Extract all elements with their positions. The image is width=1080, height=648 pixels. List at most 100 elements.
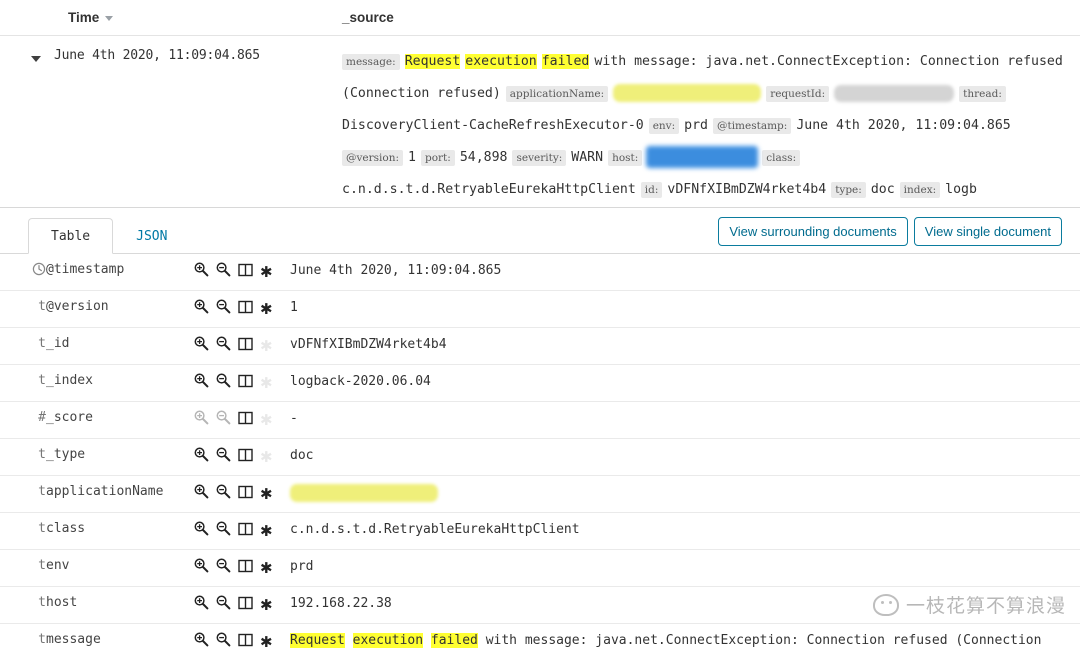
magnify-minus-icon[interactable] (216, 558, 231, 578)
redacted-value (290, 484, 438, 502)
magnify-plus-icon[interactable] (194, 299, 209, 319)
magnify-plus-icon[interactable] (194, 632, 209, 648)
tab-json[interactable]: JSON (113, 218, 190, 254)
table-column-icon[interactable] (238, 522, 253, 541)
magnify-minus-icon[interactable] (216, 632, 231, 648)
field-type-indicator: t (0, 365, 46, 402)
source-field-value: June 4th 2020, 11:09:04.865 (796, 118, 1010, 133)
field-name: _id (46, 328, 194, 365)
table-column-icon[interactable] (238, 263, 253, 282)
source-field-name: severity: (512, 150, 566, 166)
table-column-icon[interactable] (238, 411, 253, 430)
magnify-plus-icon[interactable] (194, 595, 209, 615)
table-row: t_index✱logback-2020.06.04 (0, 365, 1080, 402)
field-type-indicator: t (0, 513, 46, 550)
clock-icon (0, 254, 46, 291)
magnify-plus-icon[interactable] (194, 558, 209, 578)
table-row: tapplicationName✱ (0, 476, 1080, 513)
table-row: tclass✱c.n.d.s.t.d.RetryableEurekaHttpCl… (0, 513, 1080, 550)
asterisk-icon[interactable]: ✱ (260, 599, 273, 612)
field-actions: ✱ (194, 550, 290, 587)
table-row: t_type✱doc (0, 439, 1080, 476)
value-highlight-term: failed (431, 633, 478, 648)
tab-table[interactable]: Table (28, 218, 113, 254)
field-actions: ✱ (194, 254, 290, 291)
magnify-minus-icon[interactable] (216, 373, 231, 393)
source-field-value: WARN (571, 150, 603, 165)
field-type-indicator: t (0, 624, 46, 648)
document-time-cell: June 4th 2020, 11:09:04.865 (0, 46, 330, 201)
table-column-icon[interactable] (238, 485, 253, 504)
field-type-indicator: t (0, 291, 46, 328)
asterisk-icon[interactable]: ✱ (260, 377, 273, 390)
view-single-document-button[interactable]: View single document (914, 217, 1062, 246)
field-name: _type (46, 439, 194, 476)
table-column-icon[interactable] (238, 300, 253, 319)
magnify-minus-icon[interactable] (216, 262, 231, 282)
field-value: c.n.d.s.t.d.RetryableEurekaHttpClient (290, 513, 1080, 550)
field-actions: ✱ (194, 291, 290, 328)
magnify-plus-icon[interactable] (194, 447, 209, 467)
table-column-icon[interactable] (238, 374, 253, 393)
sort-caret-icon[interactable] (105, 16, 113, 21)
asterisk-icon[interactable]: ✱ (260, 414, 273, 427)
column-header-time[interactable]: Time (0, 10, 330, 25)
redacted-application-name (613, 84, 761, 102)
field-name: host (46, 587, 194, 624)
view-surrounding-documents-button[interactable]: View surrounding documents (718, 217, 907, 246)
source-field-value: prd (684, 118, 708, 133)
expand-caret-icon[interactable] (28, 51, 44, 67)
value-text: (Connection (955, 633, 1041, 648)
asterisk-icon[interactable]: ✱ (260, 562, 273, 575)
table-column-icon[interactable] (238, 559, 253, 578)
field-name: _index (46, 365, 194, 402)
table-column-icon[interactable] (238, 596, 253, 615)
doc-table-header: Time _source (0, 0, 1080, 35)
table-row: tenv✱prd (0, 550, 1080, 587)
asterisk-icon[interactable]: ✱ (260, 636, 273, 648)
asterisk-icon[interactable]: ✱ (260, 525, 273, 538)
value-text: message: (525, 633, 588, 648)
magnify-minus-icon[interactable] (216, 299, 231, 319)
asterisk-icon[interactable]: ✱ (260, 266, 273, 279)
magnify-minus-icon[interactable] (216, 336, 231, 356)
table-column-icon[interactable] (238, 448, 253, 467)
magnify-minus-icon[interactable] (216, 521, 231, 541)
field-value: vDFNfXIBmDZW4rket4b4 (290, 328, 1080, 365)
field-type-indicator: t (0, 476, 46, 513)
value-highlight-term: Request (290, 633, 345, 648)
asterisk-icon[interactable]: ✱ (260, 451, 273, 464)
field-value: doc (290, 439, 1080, 476)
magnify-plus-icon[interactable] (194, 484, 209, 504)
magnify-minus-icon[interactable] (216, 484, 231, 504)
magnify-minus-icon[interactable] (216, 410, 231, 430)
field-value (290, 476, 1080, 513)
source-field-value: doc (871, 182, 895, 197)
table-column-icon[interactable] (238, 633, 253, 648)
source-field-value: logb (945, 182, 977, 197)
source-highlight-term: failed (542, 54, 590, 69)
field-actions: ✱ (194, 587, 290, 624)
source-field-name: env: (649, 118, 679, 134)
magnify-plus-icon[interactable] (194, 521, 209, 541)
magnify-minus-icon[interactable] (216, 595, 231, 615)
table-column-icon[interactable] (238, 337, 253, 356)
value-text: Connection (807, 633, 885, 648)
asterisk-icon[interactable]: ✱ (260, 340, 273, 353)
source-field-name: host: (608, 150, 642, 166)
field-actions: ✱ (194, 476, 290, 513)
asterisk-icon[interactable]: ✱ (260, 303, 273, 316)
field-value-table: @timestamp✱June 4th 2020, 11:09:04.865t@… (0, 254, 1080, 648)
magnify-plus-icon[interactable] (194, 262, 209, 282)
magnify-plus-icon[interactable] (194, 336, 209, 356)
value-text: refused (893, 633, 948, 648)
magnify-plus-icon[interactable] (194, 373, 209, 393)
detail-tabs-bar: Table JSON View surrounding documents Vi… (0, 208, 1080, 254)
magnify-minus-icon[interactable] (216, 447, 231, 467)
table-row: t_id✱vDFNfXIBmDZW4rket4b4 (0, 328, 1080, 365)
magnify-plus-icon[interactable] (194, 410, 209, 430)
field-actions: ✱ (194, 624, 290, 648)
asterisk-icon[interactable]: ✱ (260, 488, 273, 501)
column-header-source[interactable]: _source (330, 10, 1080, 25)
value-highlight-term: execution (353, 633, 423, 648)
